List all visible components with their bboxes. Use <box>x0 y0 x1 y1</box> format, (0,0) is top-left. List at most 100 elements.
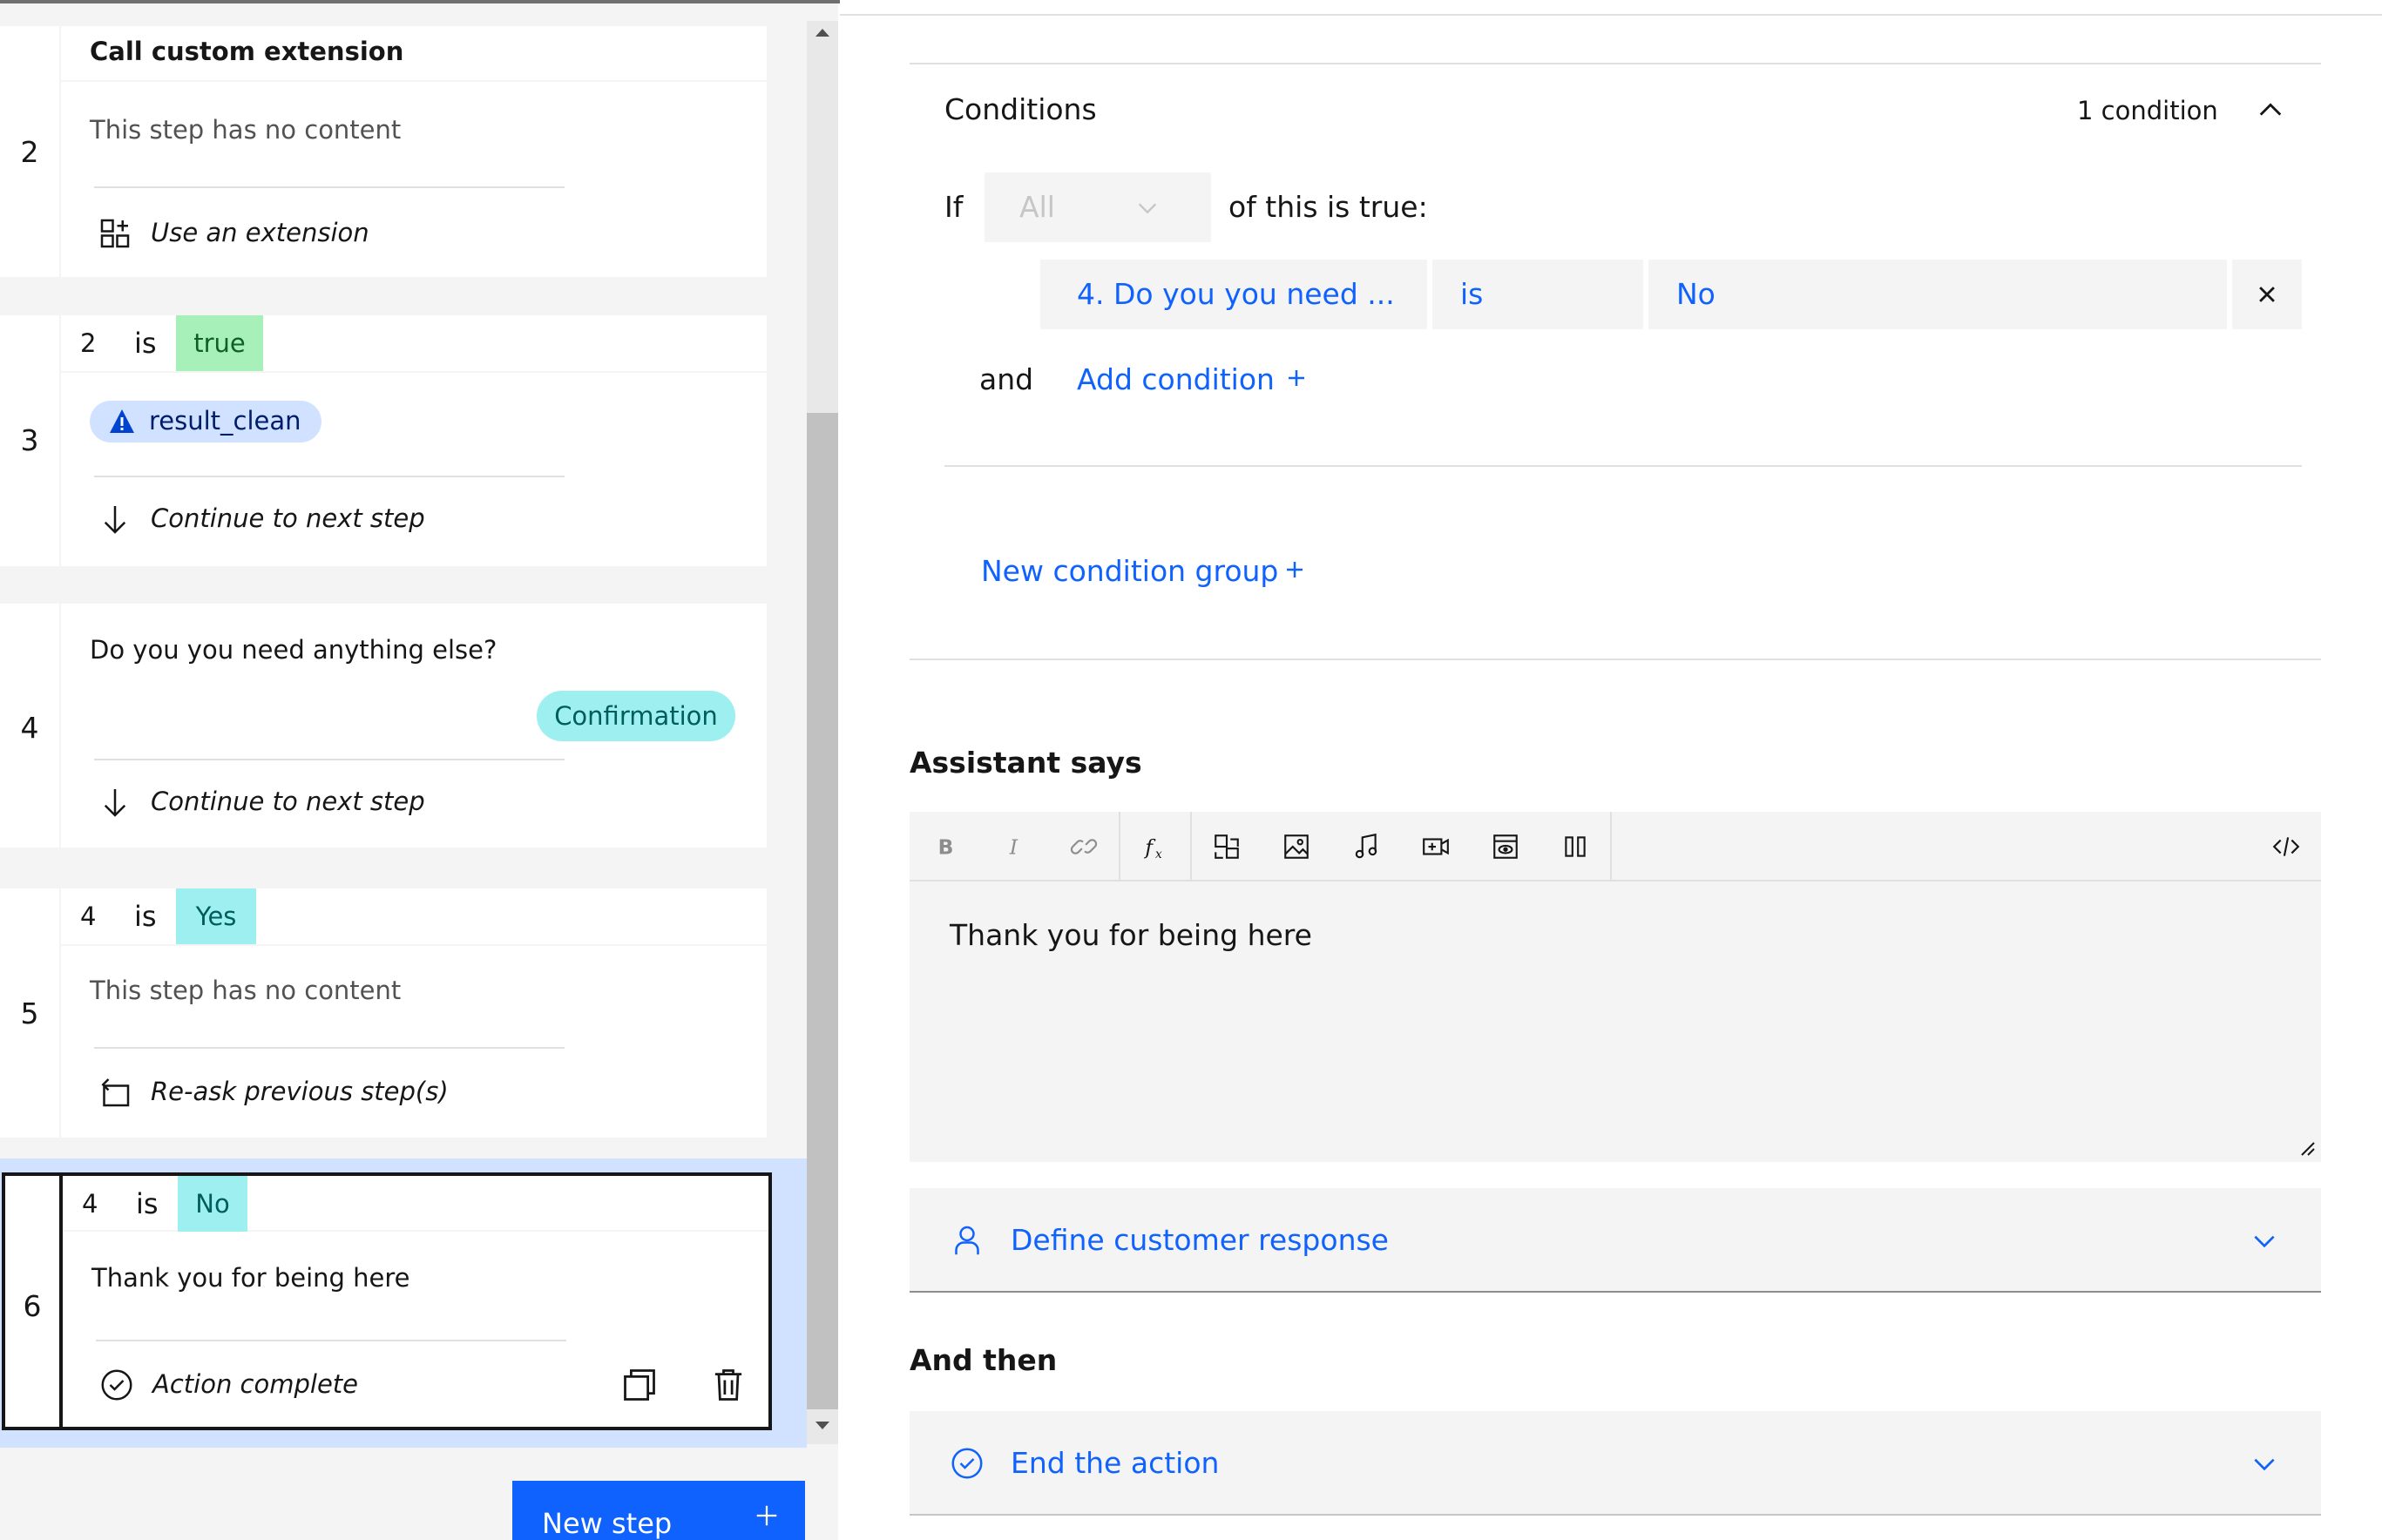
condition-operator: is <box>1460 277 1484 311</box>
arrow-down-icon <box>98 785 132 820</box>
condition-step: 4 <box>80 902 97 931</box>
chevron-down-icon <box>2250 1449 2279 1479</box>
condition-step: 4 <box>82 1189 98 1219</box>
condition-value-tag: true <box>176 315 263 371</box>
checkmark-circle-icon <box>950 1446 985 1481</box>
editor-toolbar: B I fx <box>910 812 2321 881</box>
condition-value-tag: No <box>178 1176 247 1232</box>
remove-condition-button[interactable] <box>2232 260 2302 329</box>
conditions-section: Conditions 1 condition If All of this is… <box>910 63 2321 660</box>
step-card-2[interactable]: Call custom extension This step has no c… <box>61 26 767 277</box>
conditions-title: Conditions <box>944 92 1097 126</box>
plus-icon[interactable] <box>1281 556 1309 584</box>
image-icon[interactable] <box>1262 812 1331 881</box>
user-icon <box>950 1223 985 1258</box>
chevron-down-icon <box>1134 195 1161 221</box>
step-condition[interactable]: 4 is No <box>63 1176 768 1232</box>
step-card-4[interactable]: Do you you need anything else? Confirmat… <box>61 604 767 848</box>
step-card-6[interactable]: 6 4 is No Thank you for being here Actio… <box>2 1172 772 1430</box>
step-action: Re-ask previous step(s) <box>151 1077 449 1106</box>
step-number: 6 <box>23 1289 42 1323</box>
svg-text:I: I <box>1009 835 1018 860</box>
condition-subject: 4. Do you you need ... <box>1077 277 1395 311</box>
scroll-up-arrow-icon[interactable] <box>812 24 833 40</box>
new-step-label: New step <box>542 1507 673 1540</box>
condition-operator: is <box>134 327 157 360</box>
conditions-count: 1 condition <box>2077 96 2218 125</box>
step-action: Use an extension <box>151 218 369 247</box>
and-label: and <box>979 362 1034 396</box>
step-content: Do you you need anything else? <box>90 635 497 665</box>
step-card-3[interactable]: result_clean Continue to next step <box>61 373 767 566</box>
step-card-5[interactable]: This step has no content Re-ask previous… <box>61 946 767 1138</box>
assistant-says-heading: Assistant says <box>910 746 1142 780</box>
condition-value: No <box>1676 277 1715 311</box>
chevron-up-icon[interactable] <box>2255 94 2286 125</box>
step-condition[interactable]: 2 is true <box>61 315 767 373</box>
link-icon[interactable] <box>1049 812 1119 881</box>
step-number: 5 <box>20 996 39 1030</box>
columns-icon[interactable] <box>1540 812 1610 881</box>
if-label: If <box>944 190 964 224</box>
step-content: This step has no content <box>90 115 402 145</box>
variable-tag[interactable]: result_clean <box>90 401 321 442</box>
step-title: Call custom extension <box>90 37 404 66</box>
variable-name: result_clean <box>149 406 301 436</box>
define-customer-response[interactable]: Define customer response <box>910 1188 2321 1293</box>
steps-panel: 2 Call custom extension This step has no… <box>0 0 838 1540</box>
scrollbar-thumb[interactable] <box>807 413 838 1409</box>
step-action: Continue to next step <box>151 787 425 816</box>
end-action-label: End the action <box>1011 1446 1220 1480</box>
resize-handle-icon[interactable] <box>2298 1139 2316 1157</box>
step-number: 4 <box>20 711 39 745</box>
bold-icon[interactable]: B <box>910 812 979 881</box>
condition-value-field[interactable]: No <box>1648 260 2227 329</box>
new-condition-group-link[interactable]: New condition group <box>981 554 1278 588</box>
add-condition-link[interactable]: Add condition <box>1077 362 1275 396</box>
scroll-down-arrow-icon[interactable] <box>812 1418 833 1434</box>
audio-icon[interactable] <box>1331 812 1401 881</box>
condition-operator: is <box>134 900 157 933</box>
iframe-icon[interactable] <box>1471 812 1540 881</box>
end-action-select[interactable]: End the action <box>910 1411 2321 1516</box>
response-type-tag: Confirmation <box>537 691 735 741</box>
plus-icon[interactable] <box>1282 364 1310 392</box>
duplicate-icon[interactable] <box>620 1366 659 1404</box>
step-condition[interactable]: 4 is Yes <box>61 888 767 946</box>
function-icon[interactable]: fx <box>1120 812 1190 881</box>
variable-insert-icon[interactable] <box>1192 812 1262 881</box>
step-number: 2 <box>20 135 39 169</box>
delete-icon[interactable] <box>709 1366 748 1404</box>
svg-text:B: B <box>938 835 954 860</box>
close-icon <box>2251 279 2283 310</box>
arrow-down-icon <box>98 502 132 537</box>
warning-icon <box>107 408 137 436</box>
code-icon[interactable] <box>2251 812 2321 881</box>
checkmark-circle-icon <box>99 1368 134 1402</box>
and-then-heading: And then <box>910 1343 1058 1377</box>
plus-icon <box>751 1500 782 1531</box>
step-action: Continue to next step <box>151 503 425 533</box>
step-number: 3 <box>20 423 39 457</box>
svg-text:x: x <box>1155 848 1162 861</box>
condition-operator: is <box>136 1187 159 1220</box>
video-icon[interactable] <box>1401 812 1471 881</box>
reask-icon <box>98 1075 132 1110</box>
step-content: This step has no content <box>90 976 402 1005</box>
quantifier-value: All <box>1019 190 1055 224</box>
condition-operator-field[interactable]: is <box>1432 260 1643 329</box>
condition-suffix: of this is true: <box>1228 190 1428 224</box>
assistant-message-text[interactable]: Thank you for being here <box>950 918 1312 952</box>
step-action: Action complete <box>152 1369 359 1399</box>
condition-step: 2 <box>80 328 97 358</box>
extension-icon <box>98 216 132 251</box>
quantifier-select[interactable]: All <box>985 172 1211 242</box>
condition-value-tag: Yes <box>176 888 256 944</box>
chevron-down-icon <box>2250 1226 2279 1256</box>
define-customer-response-label: Define customer response <box>1011 1223 1389 1257</box>
condition-subject-field[interactable]: 4. Do you you need ... <box>1040 260 1427 329</box>
assistant-editor[interactable]: B I fx Thank you for being here <box>910 812 2321 1162</box>
new-step-button[interactable]: New step <box>512 1481 805 1540</box>
step-content: Thank you for being here <box>91 1263 410 1293</box>
italic-icon[interactable]: I <box>979 812 1049 881</box>
